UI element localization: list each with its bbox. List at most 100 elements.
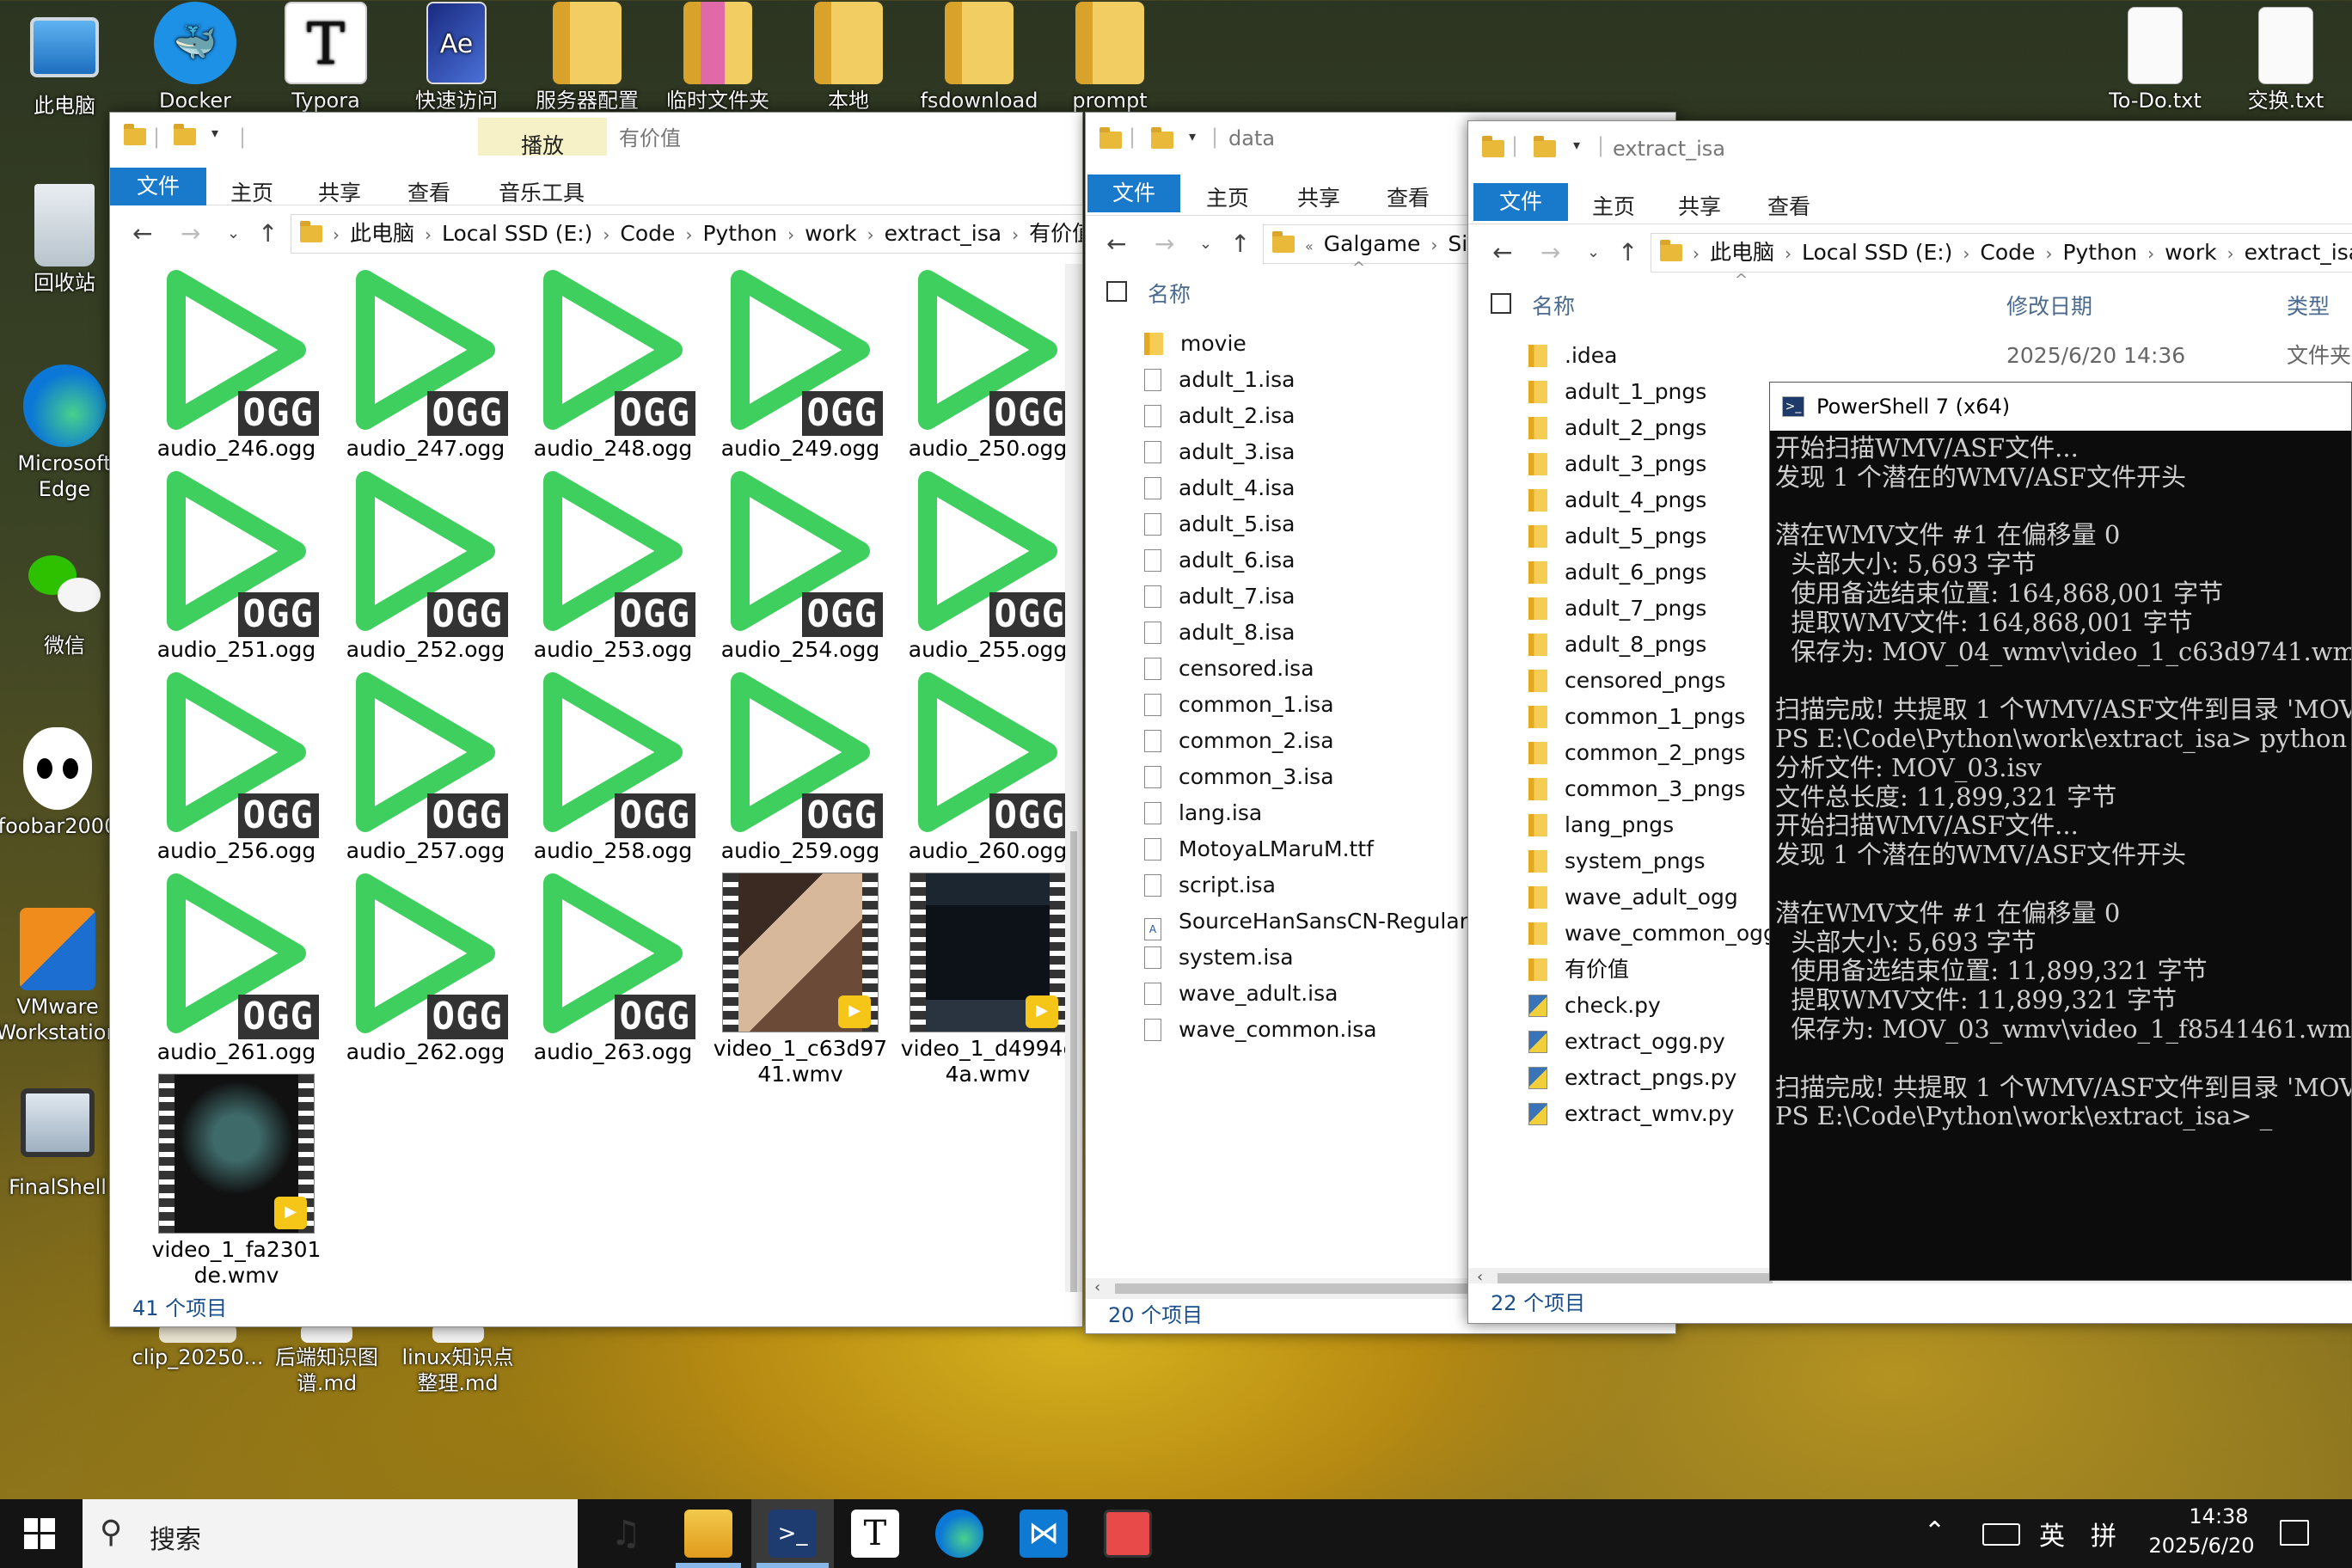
file-row[interactable]: adult_8.isa	[1144, 615, 1295, 651]
file-row[interactable]: common_1.isa	[1144, 687, 1334, 723]
desktop-icon-docker[interactable]: 🐳 Docker	[131, 2, 260, 113]
explorer-window-valuable[interactable]: | ▾ | 播放 有价值 文件 主页 共享 查看 音乐工具 ← → ⌄ ↑ › 此…	[109, 112, 1083, 1327]
powershell-window[interactable]: >_ PowerShell 7 (x64) 开始扫描WMV/ASF文件... 发现…	[1769, 382, 2352, 1281]
up-arrow-icon[interactable]: ↑	[258, 219, 278, 248]
powershell-titlebar[interactable]: >_ PowerShell 7 (x64)	[1770, 383, 2351, 431]
folder-row[interactable]: wave_common_ogg	[1528, 916, 1777, 952]
breadcrumb-item[interactable]: extract_isa	[2245, 240, 2352, 265]
file-row[interactable]: adult_1.isa	[1144, 362, 1295, 398]
file-row[interactable]: wave_common.isa	[1144, 1012, 1377, 1048]
vertical-scrollbar[interactable]	[1065, 264, 1082, 1326]
file-explorer-icon[interactable]	[684, 1510, 732, 1558]
dropdown-icon[interactable]: ▾	[1189, 128, 1196, 144]
desktop-icon-backend-md[interactable]: 后端知识图谱.md	[262, 1324, 391, 1396]
video-file-item[interactable]: ▶ video_1_fa2301 de.wmv	[144, 1074, 328, 1289]
desktop-icon-fsdownload[interactable]: fsdownload	[915, 2, 1044, 113]
desktop-icon-typora[interactable]: T Typora	[261, 2, 390, 113]
folder-row[interactable]: adult_2_pngs	[1528, 410, 1706, 446]
breadcrumb-item[interactable]: Local SSD (E:)	[442, 221, 592, 246]
tab-view[interactable]: 查看	[1387, 181, 1430, 212]
tab-share[interactable]: 共享	[318, 176, 361, 207]
breadcrumb-item[interactable]: 此电脑	[1710, 240, 1774, 265]
folder-row[interactable]: common_3_pngs	[1528, 771, 1745, 807]
vscode-icon[interactable]: ⋈	[1020, 1510, 1068, 1558]
chevron-up-icon[interactable]: ⌃	[1924, 1516, 1945, 1547]
tab-view[interactable]: 查看	[1767, 190, 1810, 221]
folder-row[interactable]: adult_4_pngs	[1528, 482, 1706, 518]
tab-view[interactable]: 查看	[407, 176, 450, 207]
ogg-file-item[interactable]: OGG audio_252.ogg	[334, 465, 518, 663]
windows-start-icon[interactable]	[24, 1518, 55, 1549]
breadcrumb-item[interactable]: Local SSD (E:)	[1802, 240, 1952, 265]
app-red-icon[interactable]	[1104, 1510, 1152, 1558]
ogg-file-item[interactable]: OGG audio_260.ogg	[896, 666, 1080, 864]
ogg-file-item[interactable]: OGG audio_258.ogg	[521, 666, 705, 864]
ogg-file-item[interactable]: OGG audio_263.ogg	[521, 867, 705, 1065]
folder-row[interactable]: system_pngs	[1528, 843, 1706, 879]
typora-icon[interactable]: T	[851, 1510, 899, 1558]
desktop-icon-finalshell[interactable]: FinalShell	[0, 1088, 122, 1200]
desktop-icon-this-pc[interactable]: 此电脑	[0, 9, 129, 119]
dropdown-icon[interactable]: ▾	[211, 125, 218, 141]
desktop-icon-foobar[interactable]: foobar2000	[0, 727, 122, 839]
tab-share[interactable]: 共享	[1297, 181, 1340, 212]
breadcrumb-item[interactable]: Code	[1980, 240, 2035, 265]
tab-file[interactable]: 文件	[1087, 175, 1180, 212]
folder-row[interactable]: common_1_pngs	[1528, 699, 1745, 735]
desktop-icon-linux-md[interactable]: linux知识点整理.md	[391, 1324, 524, 1396]
tab-share[interactable]: 共享	[1678, 190, 1721, 221]
keyboard-icon[interactable]	[1982, 1523, 2020, 1546]
select-all-checkbox[interactable]	[1491, 293, 1511, 314]
ogg-file-item[interactable]: OGG audio_248.ogg	[521, 264, 705, 462]
clock-date[interactable]: 2025/6/20	[2146, 1534, 2257, 1558]
ogg-file-item[interactable]: OGG audio_255.ogg	[896, 465, 1080, 663]
file-row[interactable]: adult_2.isa	[1144, 398, 1295, 434]
ime-indicator[interactable]: 英	[2039, 1515, 2065, 1553]
file-row[interactable]: adult_7.isa	[1144, 579, 1295, 615]
recent-dropdown-icon[interactable]: ⌄	[1587, 243, 1600, 261]
video-file-item[interactable]: ▶ video_1_d4994c 4a.wmv	[896, 873, 1080, 1087]
file-row[interactable]: extract_wmv.py	[1528, 1096, 1734, 1132]
tab-home[interactable]: 主页	[230, 176, 273, 207]
up-arrow-icon[interactable]: ↑	[1618, 238, 1638, 266]
tab-home[interactable]: 主页	[1592, 190, 1635, 221]
desktop-icon-vmware[interactable]: VMware Workstation	[0, 908, 122, 1045]
ogg-file-item[interactable]: OGG audio_257.ogg	[334, 666, 518, 864]
file-row[interactable]: system.isa	[1144, 940, 1294, 976]
ogg-file-item[interactable]: OGG audio_246.ogg	[144, 264, 328, 462]
forward-arrow-icon[interactable]: →	[1540, 238, 1560, 266]
folder-row[interactable]: censored_pngs	[1528, 663, 1725, 699]
column-header-date[interactable]: 修改日期	[2006, 290, 2092, 321]
breadcrumb-item[interactable]: 此电脑	[350, 221, 414, 246]
desktop-icon-quick-access[interactable]: Ae 快速访问	[392, 2, 521, 113]
breadcrumb-item[interactable]: Si	[1448, 231, 1467, 256]
folder-row[interactable]: adult_5_pngs	[1528, 518, 1706, 554]
forward-arrow-icon[interactable]: →	[181, 219, 200, 248]
ogg-file-item[interactable]: OGG audio_251.ogg	[144, 465, 328, 663]
dropdown-icon[interactable]: ▾	[1573, 137, 1580, 153]
file-row[interactable]: lang.isa	[1144, 795, 1262, 831]
desktop-icon-server-config[interactable]: 服务器配置	[523, 2, 652, 113]
edge-icon[interactable]	[935, 1510, 983, 1558]
folder-row[interactable]: adult_7_pngs	[1528, 591, 1706, 627]
folder-row[interactable]: adult_6_pngs	[1528, 554, 1706, 591]
file-row[interactable]: extract_ogg.py	[1528, 1024, 1725, 1060]
music-app-icon[interactable]: ♫	[602, 1510, 650, 1558]
file-row[interactable]: MotoyaLMaruM.ttf	[1144, 831, 1374, 867]
ogg-file-item[interactable]: OGG audio_249.ogg	[708, 264, 892, 462]
terminal-output[interactable]: 开始扫描WMV/ASF文件... 发现 1 个潜在的WMV/ASF文件开头 潜在WM…	[1775, 433, 2351, 1131]
file-row[interactable]: wave_adult.isa	[1144, 976, 1338, 1012]
input-mode-icon[interactable]: 拼	[2091, 1515, 2116, 1553]
folder-row[interactable]: adult_1_pngs	[1528, 374, 1706, 410]
ogg-file-item[interactable]: OGG audio_261.ogg	[144, 867, 328, 1065]
recent-dropdown-icon[interactable]: ⌄	[1199, 235, 1212, 253]
file-row[interactable]: common_3.isa	[1144, 759, 1334, 795]
breadcrumb-item[interactable]: Python	[702, 221, 777, 246]
folder-row[interactable]: wave_adult_ogg	[1528, 879, 1738, 916]
tab-music-tools[interactable]: 音乐工具	[499, 176, 585, 207]
ogg-file-item[interactable]: OGG audio_254.ogg	[708, 465, 892, 663]
desktop-icon-exchange[interactable]: 交换.txt	[2221, 7, 2350, 113]
select-all-checkbox[interactable]	[1106, 281, 1127, 302]
file-row[interactable]: extract_pngs.py	[1528, 1060, 1736, 1096]
folder-row[interactable]: lang_pngs	[1528, 807, 1674, 843]
